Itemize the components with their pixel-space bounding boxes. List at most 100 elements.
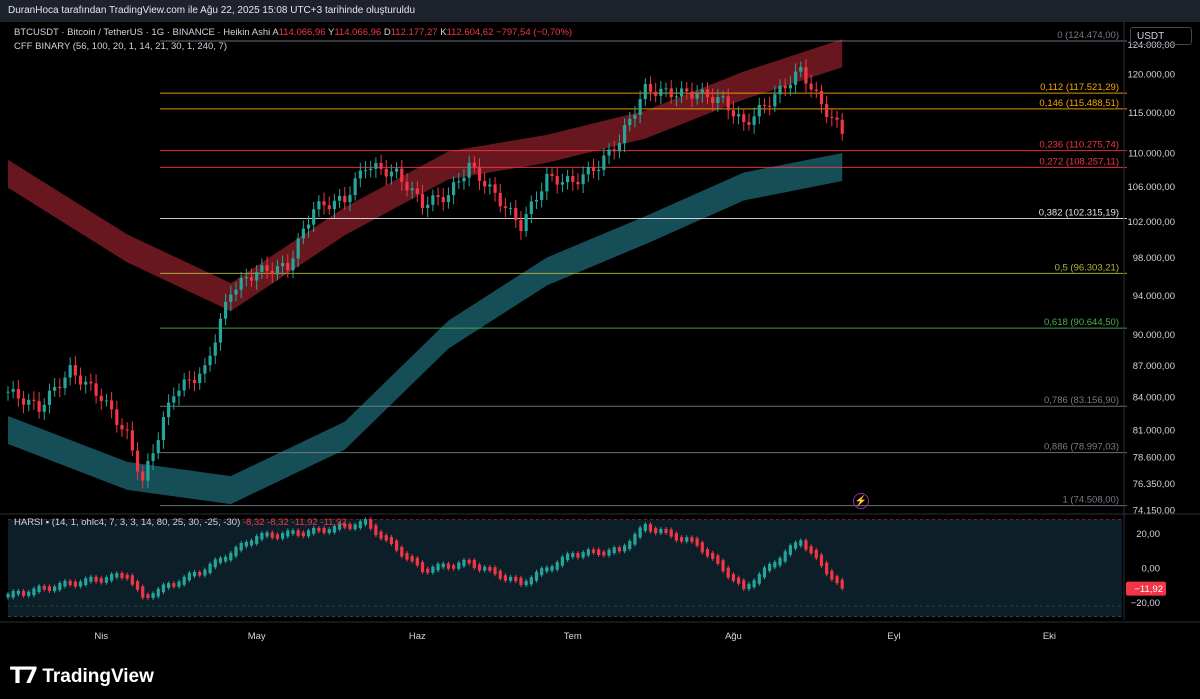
candle-body: [783, 85, 787, 89]
candle-body: [638, 99, 642, 115]
currency-button[interactable]: USDT: [1130, 27, 1192, 45]
osc-value-2: -8,32: [267, 517, 289, 528]
osc-bar: [198, 571, 202, 576]
osc-bar: [716, 555, 720, 564]
price-tick-label: 106.000,00: [1127, 182, 1175, 193]
candle-body: [369, 168, 373, 171]
candle-body: [768, 105, 772, 107]
candle-body: [493, 184, 497, 193]
candle-body: [332, 200, 337, 210]
price-tick-label: 84.000,00: [1133, 393, 1175, 404]
candle-body: [799, 67, 803, 72]
price-tick-label: 102.000,00: [1127, 217, 1175, 228]
candle-body: [104, 400, 109, 402]
candle-body: [27, 399, 31, 405]
candle-body: [218, 318, 223, 343]
candle-body: [275, 266, 280, 275]
candle-body: [736, 114, 741, 117]
time-tick-label: Eki: [1043, 631, 1056, 642]
fib-label-1: 0,112 (117.521,29): [1040, 82, 1119, 93]
chart-canvas[interactable]: 0 (124.474,00) 0,112 (117.521,29) 0,146 (1…: [0, 22, 1200, 648]
footer: T7 TradingView: [0, 648, 1200, 699]
candle-body: [545, 173, 549, 192]
candle-body: [384, 168, 388, 177]
candle-body: [731, 110, 735, 117]
osc-bar: [63, 580, 67, 587]
symbol-legend[interactable]: BTCUSDT · Bitcoin / TetherUS · 1G · BINA…: [14, 27, 572, 38]
fib-label-8: 0,786 (83.156,90): [1044, 395, 1119, 406]
oscillator-legend[interactable]: HARSI ▪ (14, 1, ohlc4, 7, 3, 3, 14, 80, …: [14, 517, 347, 528]
candle-body: [151, 453, 155, 462]
osc-bar: [11, 590, 15, 598]
candle-body: [110, 400, 114, 410]
osc-bar: [146, 594, 150, 598]
candle-body: [622, 125, 627, 144]
candle-body: [68, 365, 72, 378]
candle-body: [550, 173, 554, 176]
osc-bar: [379, 531, 383, 539]
osc-bar: [550, 566, 554, 571]
candle-body: [115, 409, 119, 425]
osc-bar: [571, 553, 575, 558]
fib-levels: 0 (124.474,00) 0,112 (117.521,29) 0,146 (1…: [160, 30, 1127, 507]
osc-bar: [84, 578, 88, 586]
osc-bar: [358, 521, 362, 528]
candle-body: [700, 89, 704, 94]
fib-label-4: 0,272 (108.257,11): [1039, 156, 1119, 167]
osc-bar: [788, 545, 792, 555]
candle-body: [63, 377, 67, 389]
osc-bar: [560, 556, 565, 566]
candle-body: [89, 381, 93, 384]
osc-bar: [752, 580, 756, 588]
candle-body: [654, 91, 658, 96]
osc-bar: [151, 593, 155, 598]
osc-bar: [835, 576, 839, 584]
alert-lightning-icon[interactable]: ⚡: [853, 493, 869, 509]
candle-body: [835, 117, 839, 120]
osc-bar: [778, 558, 782, 566]
candle-body: [400, 168, 404, 182]
osc-bar: [420, 562, 425, 573]
candle-body: [291, 258, 295, 271]
candle-body: [571, 176, 575, 182]
candle-body: [234, 289, 238, 295]
candle-body: [255, 271, 259, 281]
osc-bar: [58, 583, 62, 590]
candle-body: [721, 96, 725, 98]
osc-bar: [306, 530, 311, 537]
candle-body: [410, 188, 414, 191]
candle-body: [669, 88, 673, 98]
osc-bar: [773, 562, 777, 568]
brand-name: TradingView: [42, 665, 154, 687]
osc-bar: [172, 583, 176, 587]
tradingview-logo[interactable]: T7 TradingView: [10, 664, 154, 689]
candle-body: [53, 386, 57, 391]
price-tick-label: 76.350,00: [1133, 479, 1175, 490]
osc-bar: [441, 563, 445, 568]
osc-bar: [120, 573, 124, 579]
osc-bar: [731, 574, 735, 581]
candle-body: [6, 391, 10, 393]
osc-bar: [89, 576, 93, 582]
candle-body: [467, 162, 471, 178]
time-axis[interactable]: Nis May Haz Tem Ağu Eyl Eki: [0, 621, 1200, 642]
price-tick-label: 90.000,00: [1133, 330, 1175, 341]
candle-body: [16, 389, 20, 399]
osc-bar: [415, 557, 419, 566]
candle-body: [99, 395, 103, 402]
osc-bar: [322, 527, 326, 534]
upper-band: [8, 39, 843, 312]
osc-bar: [602, 551, 606, 556]
osc-bar: [830, 570, 834, 580]
osc-bar: [327, 529, 331, 534]
osc-bar: [161, 584, 166, 593]
osc-bar: [721, 560, 725, 572]
open-value: 114.066,96: [278, 27, 326, 38]
time-tick-label: Eyl: [887, 631, 900, 642]
indicator-legend[interactable]: CFF BINARY (56, 100, 20, 1, 14, 21, 30, …: [14, 41, 227, 52]
osc-bar: [508, 576, 513, 581]
osc-tick-label: 20,00: [1136, 529, 1160, 540]
osc-bar: [825, 562, 829, 575]
candle-body: [814, 89, 818, 91]
harsi-pane[interactable]: 20,00 0,00 −20,00 −11,92: [0, 513, 1200, 620]
